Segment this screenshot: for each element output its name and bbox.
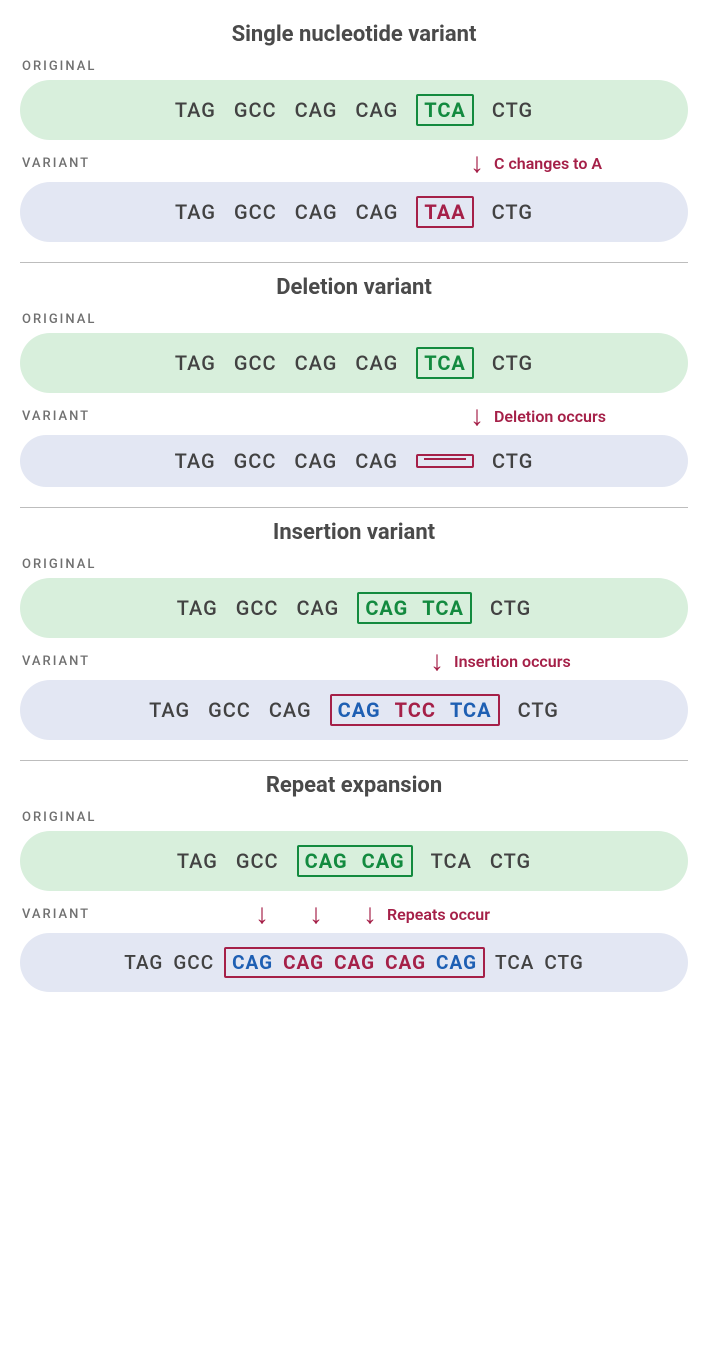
- codon: CAG: [297, 596, 340, 620]
- codon: TAG: [177, 849, 218, 873]
- codon: CAG: [355, 98, 398, 122]
- repeat-arrow-row: VARIANT ↓ ↓ ↓ Repeats occur: [20, 897, 688, 931]
- codon: CTG: [518, 698, 559, 722]
- deletion-variant-highlight: [416, 454, 474, 468]
- original-label: ORIGINAL: [22, 810, 688, 825]
- original-label: ORIGINAL: [22, 59, 688, 74]
- codon: TAG: [177, 596, 218, 620]
- repeat-section: Repeat expansion ORIGINAL TAG GCC CAG CA…: [20, 761, 688, 1012]
- snv-arrow-row: VARIANT ↓ C changes to A: [20, 146, 688, 180]
- codon: TCC: [395, 698, 436, 722]
- deletion-title: Deletion variant: [20, 275, 688, 300]
- codon: GCC: [234, 351, 277, 375]
- snv-original-sequence: TAG GCC CAG CAG TCA CTG: [20, 80, 688, 140]
- codon: CTG: [492, 351, 533, 375]
- codon: CTG: [492, 98, 533, 122]
- variant-label: VARIANT: [22, 409, 90, 424]
- variant-label: VARIANT: [22, 156, 90, 171]
- original-label: ORIGINAL: [22, 557, 688, 572]
- codon: CAG: [356, 200, 399, 224]
- codon: GCC: [173, 951, 214, 974]
- insertion-title: Insertion variant: [20, 520, 688, 545]
- codon: CAG: [355, 449, 398, 473]
- codon: CTG: [490, 849, 531, 873]
- snv-change-label: C changes to A: [494, 154, 602, 173]
- codon: TCA: [450, 698, 492, 722]
- codon: TAG: [175, 98, 216, 122]
- repeat-original-sequence: TAG GCC CAG CAG TCA CTG: [20, 831, 688, 891]
- down-arrow-icon: ↓: [309, 900, 323, 928]
- snv-variant-sequence: TAG GCC CAG CAG TAA CTG: [20, 182, 688, 242]
- deletion-section: Deletion variant ORIGINAL TAG GCC CAG CA…: [20, 263, 688, 507]
- codon: CAG: [338, 698, 381, 722]
- codon: CAG: [365, 596, 408, 620]
- codon: CAG: [305, 849, 348, 873]
- codon: TCA: [431, 849, 472, 873]
- insertion-original-highlight: CAG TCA: [357, 592, 472, 624]
- codon: TAG: [149, 698, 190, 722]
- codon: TAG: [175, 351, 216, 375]
- codon: CAG: [232, 951, 273, 974]
- codon: GCC: [234, 449, 277, 473]
- repeat-change-label: Repeats occur: [387, 905, 490, 924]
- repeat-original-highlight: CAG CAG: [297, 845, 413, 877]
- codon: GCC: [208, 698, 251, 722]
- snv-section: Single nucleotide variant ORIGINAL TAG G…: [20, 10, 688, 262]
- down-arrow-icon: ↓: [255, 900, 269, 928]
- codon: CAG: [295, 351, 338, 375]
- deletion-change-label: Deletion occurs: [494, 407, 606, 426]
- variant-label: VARIANT: [22, 654, 90, 669]
- codon: TAG: [175, 449, 216, 473]
- snv-original-highlight: TCA: [416, 94, 474, 126]
- repeat-title: Repeat expansion: [20, 773, 688, 798]
- codon: CTG: [544, 951, 583, 974]
- deletion-original-sequence: TAG GCC CAG CAG TCA CTG: [20, 333, 688, 393]
- insertion-variant-sequence: TAG GCC CAG CAG TCC TCA CTG: [20, 680, 688, 740]
- deletion-original-highlight: TCA: [416, 347, 474, 379]
- down-arrow-icon: ↓: [430, 647, 444, 675]
- codon: CTG: [490, 596, 531, 620]
- blank-deletion: [424, 458, 466, 460]
- codon: CTG: [492, 200, 533, 224]
- codon: CAG: [269, 698, 312, 722]
- codon: TCA: [424, 98, 466, 122]
- codon: TCA: [424, 351, 466, 375]
- codon: CAG: [385, 951, 426, 974]
- insertion-section: Insertion variant ORIGINAL TAG GCC CAG C…: [20, 508, 688, 760]
- codon: CAG: [355, 351, 398, 375]
- down-arrow-icon: ↓: [363, 900, 377, 928]
- codon: GCC: [236, 596, 279, 620]
- codon: CAG: [362, 849, 405, 873]
- repeat-variant-highlight: CAG CAG CAG CAG CAG: [224, 947, 485, 978]
- codon: TCA: [422, 596, 464, 620]
- codon: CTG: [492, 449, 533, 473]
- codon: CAG: [436, 951, 477, 974]
- insertion-original-sequence: TAG GCC CAG CAG TCA CTG: [20, 578, 688, 638]
- deletion-arrow-row: VARIANT ↓ Deletion occurs: [20, 399, 688, 433]
- repeat-variant-sequence: TAG GCC CAG CAG CAG CAG CAG TCA CTG: [20, 933, 688, 992]
- codon: CAG: [294, 449, 337, 473]
- snv-title: Single nucleotide variant: [20, 22, 688, 47]
- codon: GCC: [234, 200, 277, 224]
- codon: CAG: [295, 98, 338, 122]
- codon: TAG: [124, 951, 163, 974]
- codon: GCC: [236, 849, 279, 873]
- codon: CAG: [283, 951, 324, 974]
- codon: TAG: [175, 200, 216, 224]
- codon: TCA: [495, 951, 534, 974]
- down-arrow-icon: ↓: [470, 149, 484, 177]
- codon: TAA: [424, 200, 465, 224]
- original-label: ORIGINAL: [22, 312, 688, 327]
- deletion-variant-sequence: TAG GCC CAG CAG CTG: [20, 435, 688, 487]
- repeat-arrows: ↓ ↓ ↓: [255, 900, 377, 928]
- codon: CAG: [334, 951, 375, 974]
- down-arrow-icon: ↓: [470, 402, 484, 430]
- insertion-change-label: Insertion occurs: [454, 652, 571, 671]
- codon: CAG: [295, 200, 338, 224]
- insertion-variant-highlight: CAG TCC TCA: [330, 694, 500, 726]
- codon: GCC: [234, 98, 277, 122]
- insertion-arrow-row: VARIANT ↓ Insertion occurs: [20, 644, 688, 678]
- snv-variant-highlight: TAA: [416, 196, 473, 228]
- variant-label: VARIANT: [22, 907, 90, 922]
